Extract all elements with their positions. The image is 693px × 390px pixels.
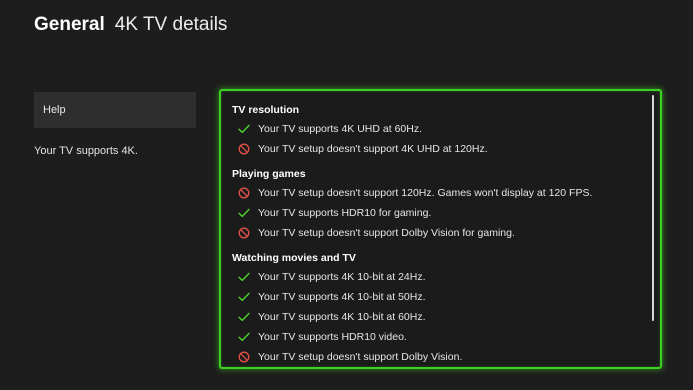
list-item: Your TV setup doesn't support Dolby Visi… [232,347,644,367]
list-item: Your TV setup doesn't support 120Hz. Gam… [232,183,644,203]
help-label: Help [43,104,66,116]
list-item-text: Your TV supports 4K 10-bit at 50Hz. [258,291,426,303]
list-item: Your TV setup doesn't support 4K UHD at … [232,139,644,159]
check-icon [238,123,250,135]
blocked-icon [238,143,250,155]
group-title: TV resolution [232,104,300,116]
blocked-icon [238,187,250,199]
help-button[interactable]: Help [34,92,196,128]
list-item-text: Your TV setup doesn't support Dolby Visi… [258,351,463,363]
details-group: Playing games Your TV setup doesn't suppo… [232,167,644,243]
list-item-text: Your TV setup doesn't support Dolby Visi… [258,227,515,239]
list-item: Your TV supports HDR10 for gaming. [232,203,644,223]
details-list: TV resolution Your TV supports 4K UHD at … [232,103,644,367]
list-item-text: Your TV setup doesn't support 4K UHD at … [258,143,488,155]
check-icon [238,291,250,303]
check-icon [238,331,250,343]
list-item: Your TV supports 4K 10-bit at 24Hz. [232,267,644,287]
help-description: Your TV supports 4K. [34,145,138,157]
list-item: Your TV supports 4K 10-bit at 50Hz. [232,287,644,307]
list-item-text: Your TV supports 4K 10-bit at 60Hz. [258,311,426,323]
settings-screen: General 4K TV details Help Your TV suppo… [0,0,693,390]
group-title: Playing games [232,168,306,180]
header-section-title: General [34,14,105,35]
check-icon [238,311,250,323]
details-group: Watching movies and TV Your TV supports 4… [232,251,644,367]
list-item-text: Your TV supports 4K UHD at 60Hz. [258,123,422,135]
list-item: Your TV setup doesn't support Dolby Visi… [232,223,644,243]
check-icon [238,207,250,219]
tv-details-panel[interactable]: TV resolution Your TV supports 4K UHD at … [219,89,662,369]
check-icon [238,271,250,283]
blocked-icon [238,227,250,239]
scrollbar[interactable] [652,95,654,321]
list-item-text: Your TV supports HDR10 for gaming. [258,207,432,219]
list-item: Your TV supports 4K 10-bit at 60Hz. [232,307,644,327]
list-item-text: Your TV supports HDR10 video. [258,331,407,343]
list-item: Your TV supports HDR10 video. [232,327,644,347]
group-title: Watching movies and TV [232,252,356,264]
list-item: Your TV supports 4K UHD at 60Hz. [232,119,644,139]
page-title: 4K TV details [114,14,228,35]
page-header: General 4K TV details [34,14,227,36]
list-item-text: Your TV supports 4K 10-bit at 24Hz. [258,271,426,283]
list-item-text: Your TV setup doesn't support 120Hz. Gam… [258,187,593,199]
details-group: TV resolution Your TV supports 4K UHD at … [232,103,644,159]
blocked-icon [238,351,250,363]
